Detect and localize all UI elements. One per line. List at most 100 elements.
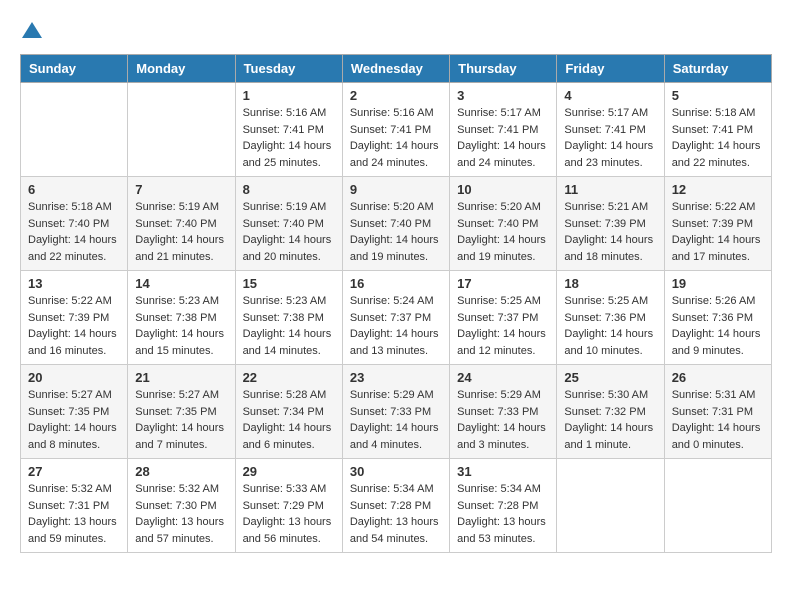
day-number: 22: [243, 370, 335, 385]
calendar-day-cell: 22 Sunrise: 5:28 AM Sunset: 7:34 PM Dayli…: [235, 365, 342, 459]
calendar-day-cell: 1 Sunrise: 5:16 AM Sunset: 7:41 PM Daylig…: [235, 83, 342, 177]
calendar-day-cell: 25 Sunrise: 5:30 AM Sunset: 7:32 PM Dayli…: [557, 365, 664, 459]
day-number: 12: [672, 182, 764, 197]
calendar-header-row: SundayMondayTuesdayWednesdayThursdayFrid…: [21, 55, 772, 83]
calendar-day-cell: 24 Sunrise: 5:29 AM Sunset: 7:33 PM Dayli…: [450, 365, 557, 459]
day-number: 24: [457, 370, 549, 385]
day-of-week-header: Friday: [557, 55, 664, 83]
day-number: 8: [243, 182, 335, 197]
calendar-day-cell: [21, 83, 128, 177]
day-number: 7: [135, 182, 227, 197]
day-info: Sunrise: 5:16 AM Sunset: 7:41 PM Dayligh…: [350, 105, 442, 171]
calendar-week-row: 13 Sunrise: 5:22 AM Sunset: 7:39 PM Dayli…: [21, 271, 772, 365]
calendar-day-cell: 30 Sunrise: 5:34 AM Sunset: 7:28 PM Dayli…: [342, 459, 449, 553]
day-number: 23: [350, 370, 442, 385]
day-info: Sunrise: 5:24 AM Sunset: 7:37 PM Dayligh…: [350, 293, 442, 359]
calendar-week-row: 20 Sunrise: 5:27 AM Sunset: 7:35 PM Dayli…: [21, 365, 772, 459]
calendar-day-cell: 15 Sunrise: 5:23 AM Sunset: 7:38 PM Dayli…: [235, 271, 342, 365]
day-number: 14: [135, 276, 227, 291]
day-info: Sunrise: 5:17 AM Sunset: 7:41 PM Dayligh…: [564, 105, 656, 171]
day-number: 1: [243, 88, 335, 103]
day-info: Sunrise: 5:34 AM Sunset: 7:28 PM Dayligh…: [457, 481, 549, 547]
day-number: 30: [350, 464, 442, 479]
day-of-week-header: Monday: [128, 55, 235, 83]
calendar-week-row: 1 Sunrise: 5:16 AM Sunset: 7:41 PM Daylig…: [21, 83, 772, 177]
day-number: 26: [672, 370, 764, 385]
day-info: Sunrise: 5:33 AM Sunset: 7:29 PM Dayligh…: [243, 481, 335, 547]
day-info: Sunrise: 5:27 AM Sunset: 7:35 PM Dayligh…: [28, 387, 120, 453]
day-info: Sunrise: 5:20 AM Sunset: 7:40 PM Dayligh…: [350, 199, 442, 265]
calendar-day-cell: [664, 459, 771, 553]
day-info: Sunrise: 5:18 AM Sunset: 7:41 PM Dayligh…: [672, 105, 764, 171]
calendar-table: SundayMondayTuesdayWednesdayThursdayFrid…: [20, 54, 772, 553]
day-info: Sunrise: 5:22 AM Sunset: 7:39 PM Dayligh…: [28, 293, 120, 359]
day-of-week-header: Saturday: [664, 55, 771, 83]
day-number: 31: [457, 464, 549, 479]
calendar-day-cell: 9Sunrise: 5:20 AM Sunset: 7:40 PM Daylig…: [342, 177, 449, 271]
day-number: 21: [135, 370, 227, 385]
calendar-day-cell: 4 Sunrise: 5:17 AM Sunset: 7:41 PM Daylig…: [557, 83, 664, 177]
day-number: 6: [28, 182, 120, 197]
day-info: Sunrise: 5:25 AM Sunset: 7:36 PM Dayligh…: [564, 293, 656, 359]
day-info: Sunrise: 5:34 AM Sunset: 7:28 PM Dayligh…: [350, 481, 442, 547]
day-number: 17: [457, 276, 549, 291]
day-info: Sunrise: 5:22 AM Sunset: 7:39 PM Dayligh…: [672, 199, 764, 265]
day-number: 18: [564, 276, 656, 291]
day-info: Sunrise: 5:19 AM Sunset: 7:40 PM Dayligh…: [135, 199, 227, 265]
day-info: Sunrise: 5:20 AM Sunset: 7:40 PM Dayligh…: [457, 199, 549, 265]
day-info: Sunrise: 5:28 AM Sunset: 7:34 PM Dayligh…: [243, 387, 335, 453]
calendar-day-cell: 23Sunrise: 5:29 AM Sunset: 7:33 PM Dayli…: [342, 365, 449, 459]
day-info: Sunrise: 5:32 AM Sunset: 7:31 PM Dayligh…: [28, 481, 120, 547]
calendar-day-cell: 26 Sunrise: 5:31 AM Sunset: 7:31 PM Dayli…: [664, 365, 771, 459]
day-number: 2: [350, 88, 442, 103]
day-info: Sunrise: 5:31 AM Sunset: 7:31 PM Dayligh…: [672, 387, 764, 453]
day-of-week-header: Thursday: [450, 55, 557, 83]
day-number: 11: [564, 182, 656, 197]
day-info: Sunrise: 5:16 AM Sunset: 7:41 PM Dayligh…: [243, 105, 335, 171]
day-number: 15: [243, 276, 335, 291]
day-number: 4: [564, 88, 656, 103]
logo-icon: [20, 20, 44, 44]
day-of-week-header: Sunday: [21, 55, 128, 83]
calendar-week-row: 6Sunrise: 5:18 AM Sunset: 7:40 PM Daylig…: [21, 177, 772, 271]
day-info: Sunrise: 5:23 AM Sunset: 7:38 PM Dayligh…: [243, 293, 335, 359]
day-of-week-header: Wednesday: [342, 55, 449, 83]
day-number: 5: [672, 88, 764, 103]
day-info: Sunrise: 5:26 AM Sunset: 7:36 PM Dayligh…: [672, 293, 764, 359]
calendar-day-cell: 11 Sunrise: 5:21 AM Sunset: 7:39 PM Dayli…: [557, 177, 664, 271]
calendar-day-cell: 12 Sunrise: 5:22 AM Sunset: 7:39 PM Dayli…: [664, 177, 771, 271]
day-number: 20: [28, 370, 120, 385]
day-number: 19: [672, 276, 764, 291]
day-info: Sunrise: 5:25 AM Sunset: 7:37 PM Dayligh…: [457, 293, 549, 359]
day-info: Sunrise: 5:23 AM Sunset: 7:38 PM Dayligh…: [135, 293, 227, 359]
day-info: Sunrise: 5:27 AM Sunset: 7:35 PM Dayligh…: [135, 387, 227, 453]
calendar-day-cell: 18 Sunrise: 5:25 AM Sunset: 7:36 PM Dayli…: [557, 271, 664, 365]
day-number: 25: [564, 370, 656, 385]
calendar-day-cell: [128, 83, 235, 177]
calendar-day-cell: 3Sunrise: 5:17 AM Sunset: 7:41 PM Daylig…: [450, 83, 557, 177]
calendar-day-cell: 2 Sunrise: 5:16 AM Sunset: 7:41 PM Daylig…: [342, 83, 449, 177]
day-number: 13: [28, 276, 120, 291]
calendar-day-cell: 13 Sunrise: 5:22 AM Sunset: 7:39 PM Dayli…: [21, 271, 128, 365]
calendar-day-cell: 17 Sunrise: 5:25 AM Sunset: 7:37 PM Dayli…: [450, 271, 557, 365]
calendar-day-cell: 29 Sunrise: 5:33 AM Sunset: 7:29 PM Dayli…: [235, 459, 342, 553]
day-info: Sunrise: 5:30 AM Sunset: 7:32 PM Dayligh…: [564, 387, 656, 453]
day-number: 3: [457, 88, 549, 103]
calendar-day-cell: 31 Sunrise: 5:34 AM Sunset: 7:28 PM Dayli…: [450, 459, 557, 553]
day-info: Sunrise: 5:32 AM Sunset: 7:30 PM Dayligh…: [135, 481, 227, 547]
calendar-day-cell: 14 Sunrise: 5:23 AM Sunset: 7:38 PM Dayli…: [128, 271, 235, 365]
day-number: 16: [350, 276, 442, 291]
day-of-week-header: Tuesday: [235, 55, 342, 83]
calendar-day-cell: 19 Sunrise: 5:26 AM Sunset: 7:36 PM Dayli…: [664, 271, 771, 365]
calendar-day-cell: 27Sunrise: 5:32 AM Sunset: 7:31 PM Dayli…: [21, 459, 128, 553]
calendar-day-cell: 16 Sunrise: 5:24 AM Sunset: 7:37 PM Dayli…: [342, 271, 449, 365]
calendar-day-cell: 10 Sunrise: 5:20 AM Sunset: 7:40 PM Dayli…: [450, 177, 557, 271]
day-info: Sunrise: 5:19 AM Sunset: 7:40 PM Dayligh…: [243, 199, 335, 265]
calendar-day-cell: 7 Sunrise: 5:19 AM Sunset: 7:40 PM Daylig…: [128, 177, 235, 271]
day-number: 10: [457, 182, 549, 197]
day-info: Sunrise: 5:29 AM Sunset: 7:33 PM Dayligh…: [457, 387, 549, 453]
day-number: 29: [243, 464, 335, 479]
calendar-day-cell: 5 Sunrise: 5:18 AM Sunset: 7:41 PM Daylig…: [664, 83, 771, 177]
calendar-day-cell: 28Sunrise: 5:32 AM Sunset: 7:30 PM Dayli…: [128, 459, 235, 553]
day-info: Sunrise: 5:21 AM Sunset: 7:39 PM Dayligh…: [564, 199, 656, 265]
